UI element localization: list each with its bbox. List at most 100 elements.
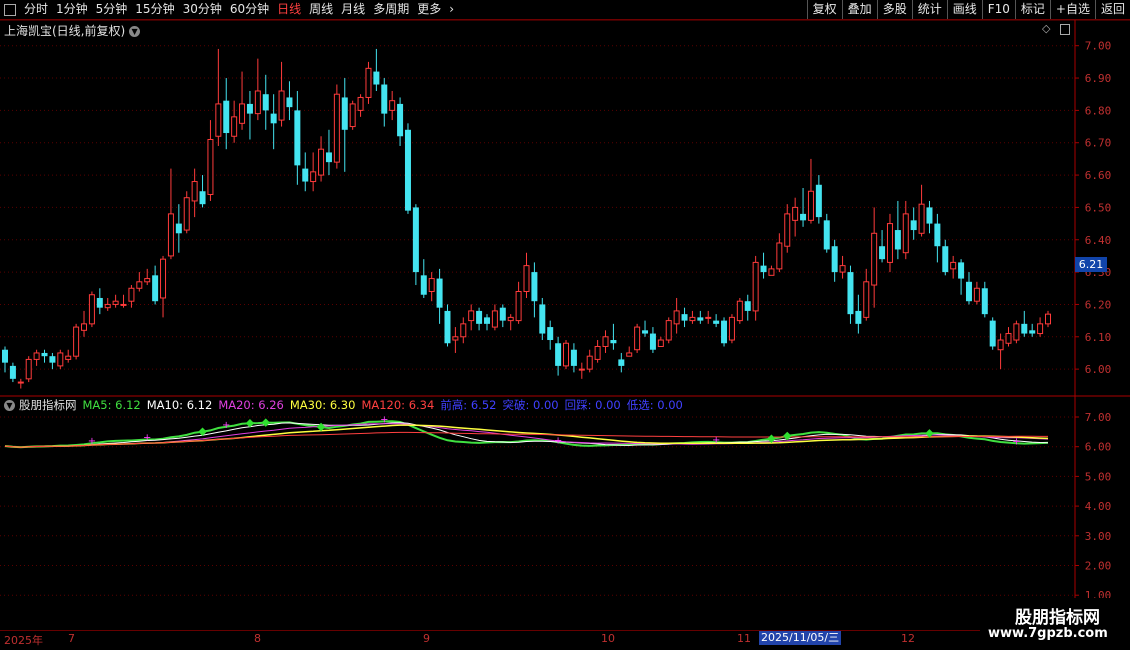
candle-body	[483, 317, 490, 324]
candle-body	[950, 261, 957, 270]
candle-body	[17, 381, 24, 384]
candle-body	[191, 181, 198, 202]
candle-body	[389, 100, 396, 111]
signal-star: +	[1012, 436, 1020, 447]
candle-body	[910, 220, 917, 231]
candle-body	[120, 303, 127, 306]
candle-body	[112, 300, 119, 305]
indicator-legend: ▼ 股朋指标网 MA5: 6.12 MA10: 6.12 MA20: 6.26 MA3…	[4, 398, 689, 412]
price-tick-label: 6.80	[1085, 104, 1112, 117]
candle-body	[254, 90, 261, 115]
price-tick-label: 6.20	[1085, 298, 1112, 311]
indicator-name: 股朋指标网	[19, 398, 77, 412]
candle-body	[428, 278, 435, 293]
candle-body	[855, 310, 862, 324]
chevron-down-icon[interactable]: ▼	[4, 399, 15, 411]
candle-body	[2, 349, 8, 363]
candle-body	[476, 310, 483, 324]
candle-body	[918, 203, 925, 234]
candle-body	[25, 358, 32, 380]
candle-body	[1005, 333, 1012, 344]
candle-body	[602, 336, 609, 347]
candle-body	[1037, 323, 1044, 335]
candle-body	[349, 103, 356, 128]
signal-star: +	[222, 420, 230, 431]
candle-body	[404, 129, 411, 211]
price-tick-label: 6.00	[1085, 363, 1112, 376]
candle-body	[673, 310, 680, 325]
candle-body	[760, 265, 767, 273]
candle-body	[823, 220, 830, 250]
candle-body	[65, 355, 72, 360]
date-label-4: 10	[601, 632, 615, 645]
candle-body	[88, 294, 95, 325]
candle-body	[839, 265, 846, 273]
candle-body	[578, 368, 585, 371]
candle-body	[958, 262, 965, 279]
candle-body	[96, 297, 103, 308]
candle-body	[894, 230, 901, 250]
candle-body	[444, 310, 451, 344]
indicator-tick-label: 7.00	[1085, 411, 1112, 424]
candle-body	[713, 320, 720, 324]
candle-body	[523, 265, 530, 293]
candle-body	[286, 97, 293, 108]
candle-body	[902, 213, 909, 254]
candle-body	[294, 110, 301, 166]
indicator-tick-label: 5.00	[1085, 470, 1112, 483]
date-label-2: 8	[254, 632, 261, 645]
kline-chart[interactable]: + ++ ++ + + 7.006.906.806.706.606.506.406.30…	[0, 0, 1130, 650]
candle-body	[57, 352, 64, 367]
candle-body	[728, 316, 735, 341]
candle-body	[847, 272, 854, 315]
candle-body	[934, 223, 941, 247]
candle-body	[681, 314, 688, 321]
date-highlight: 2025/11/05/三	[759, 631, 842, 645]
candle-body	[128, 287, 135, 302]
candle-body	[563, 342, 570, 367]
candle-body	[160, 258, 167, 299]
candle-body	[997, 339, 1004, 351]
price-tick-label: 6.50	[1085, 201, 1112, 214]
candle-body	[318, 148, 325, 176]
price-tick-label: 6.90	[1085, 72, 1112, 85]
candle-body	[310, 171, 317, 183]
candle-body	[807, 190, 814, 221]
candle-body	[412, 207, 419, 273]
candle-body	[886, 223, 893, 263]
candle-body	[879, 246, 886, 260]
legend-item-0: MA5: 6.12	[82, 398, 141, 412]
date-label-1: 7	[68, 632, 75, 645]
candle-body	[555, 343, 562, 366]
candle-body	[246, 103, 253, 114]
candle-body	[784, 213, 791, 247]
price-tick-label: 6.60	[1085, 169, 1112, 182]
legend-item-6: 突破: 0.00	[502, 398, 559, 412]
candle-body	[689, 316, 696, 322]
candle-body	[341, 97, 348, 130]
candle-body	[381, 84, 388, 114]
candle-body	[871, 232, 878, 286]
date-label-5: 11	[737, 632, 751, 645]
candle-body	[49, 356, 56, 363]
legend-item-7: 回踩: 0.00	[564, 398, 621, 412]
candle-body	[586, 355, 593, 370]
candle-body	[531, 272, 538, 302]
candle-body	[357, 96, 364, 111]
candle-body	[815, 184, 822, 218]
candle-body	[1029, 330, 1036, 334]
candle-body	[239, 103, 246, 124]
candle-body	[199, 191, 206, 205]
candle-body	[81, 323, 88, 331]
indicator-tick-label: 2.00	[1085, 560, 1112, 573]
candle-body	[736, 300, 743, 322]
candle-body	[800, 213, 807, 221]
candle-body	[144, 278, 151, 283]
date-label-6: 12	[901, 632, 915, 645]
candle-body	[175, 223, 182, 234]
legend-item-8: 低选: 0.00	[626, 398, 683, 412]
candle-body	[262, 94, 269, 111]
signal-star: +	[380, 414, 388, 425]
indicator-tick-label: 6.00	[1085, 441, 1112, 454]
candle-body	[610, 340, 617, 344]
